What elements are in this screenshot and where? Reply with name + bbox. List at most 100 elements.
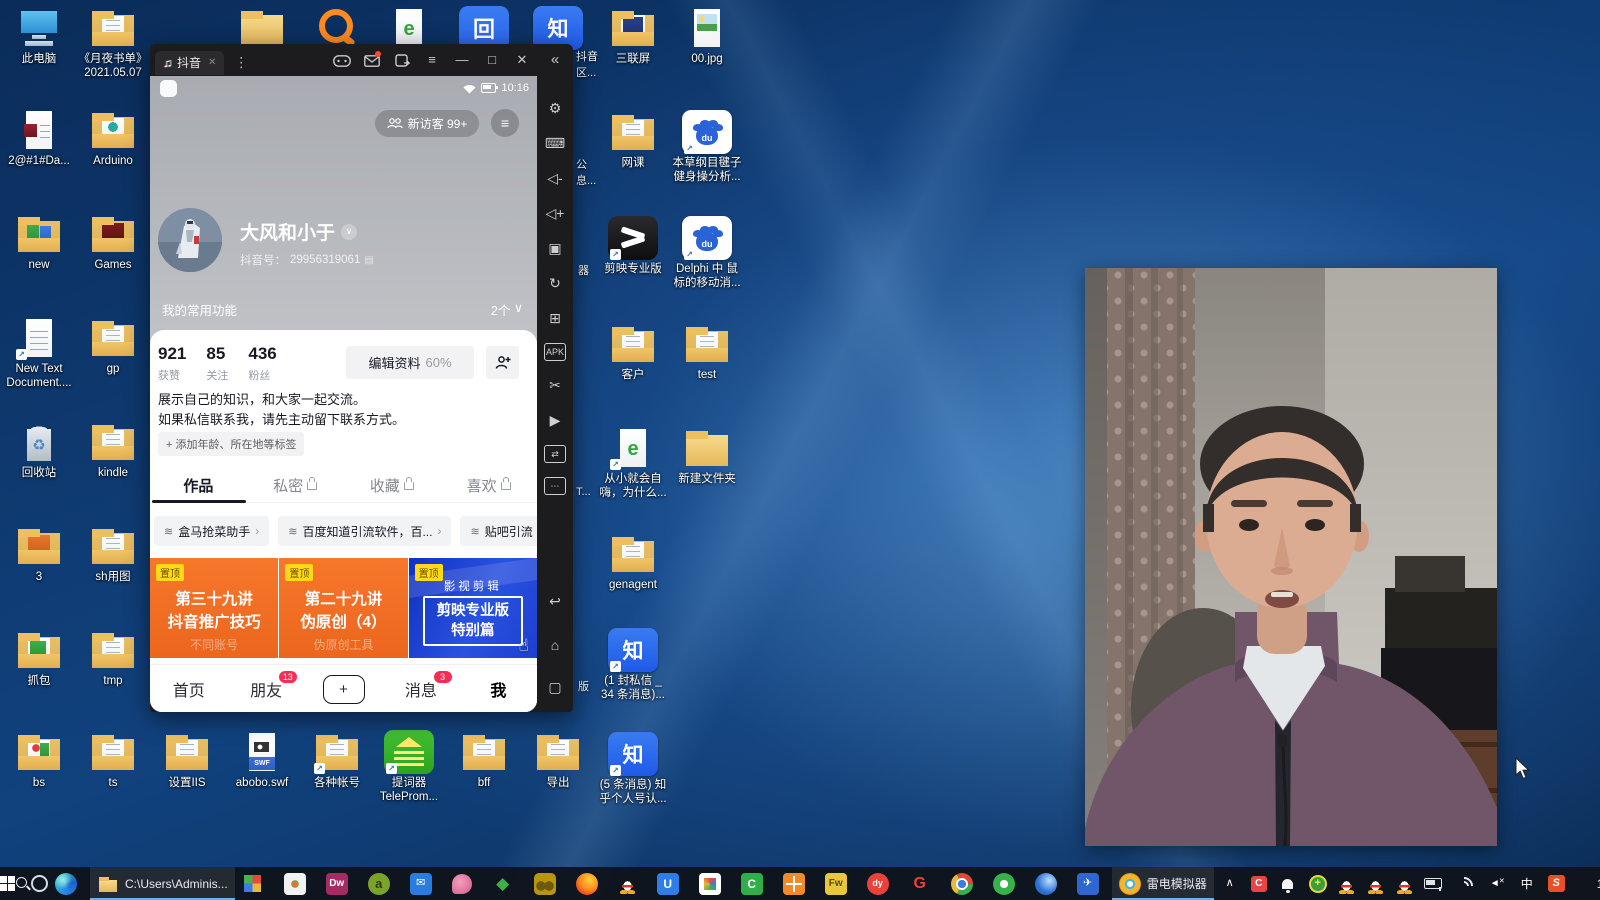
screen-rotate-icon[interactable] — [387, 44, 417, 76]
search-button[interactable] — [15, 867, 31, 900]
horn-app-icon[interactable] — [445, 867, 485, 900]
add-friend-button[interactable] — [486, 346, 519, 379]
diamond-app-icon[interactable]: ◆ — [485, 867, 527, 900]
more-icon[interactable]: ⋯ — [544, 477, 566, 495]
collection-label: 百度知道引流软件，百... — [302, 523, 432, 540]
volume-down-icon[interactable]: ◁- — [544, 168, 566, 189]
profile-tab[interactable]: 私密 — [247, 470, 344, 500]
firefox-icon[interactable] — [569, 867, 611, 900]
sogou-input-icon[interactable]: S — [1543, 867, 1570, 900]
maximize-button[interactable]: □ — [477, 44, 507, 76]
tray-qq-icon-1[interactable] — [1332, 867, 1361, 900]
c-app-icon[interactable]: C — [734, 867, 776, 900]
axure-icon[interactable]: a — [361, 867, 403, 900]
input-language-indicator[interactable]: 中 — [1511, 867, 1543, 900]
taskbar-app-icon — [242, 873, 264, 895]
close-button[interactable]: ✕ — [507, 44, 537, 76]
blue-circle-app-icon[interactable] — [1028, 867, 1070, 900]
tampermonkey-icon[interactable] — [527, 867, 569, 900]
volume-up-icon[interactable]: ◁+ — [544, 203, 566, 224]
qq-icon[interactable] — [611, 867, 650, 900]
stat-block[interactable]: 436 粉丝 — [248, 344, 276, 383]
tab-close-icon[interactable]: ✕ — [208, 57, 216, 68]
fireworks-icon[interactable]: Fw — [818, 867, 860, 900]
tab-more-icon[interactable]: ⋮ — [234, 54, 248, 71]
window-menu-icon[interactable]: ≡ — [417, 44, 447, 76]
profile-tab[interactable]: 作品 — [150, 470, 247, 500]
edit-profile-button[interactable]: 编辑资料 60% — [346, 346, 474, 379]
file-explorer-task[interactable]: C:\Users\Adminis... — [90, 867, 235, 900]
settings-icon[interactable]: ⚙ — [544, 98, 566, 119]
tray-expand-icon[interactable]: ∧ — [1214, 867, 1246, 900]
profile-sheet: 921 获赞 85 关注 436 粉丝 编辑资料 60% — [150, 330, 537, 712]
nav-messages[interactable]: 消息 3 — [382, 665, 459, 712]
orange-grid-app-icon[interactable] — [776, 867, 818, 900]
profile-tab[interactable]: 喜欢 — [440, 470, 537, 500]
red-g-app-icon[interactable]: G — [902, 867, 944, 900]
android-back-icon[interactable]: ↩ — [544, 591, 566, 612]
photos-app-icon[interactable] — [277, 867, 319, 900]
new-visitors-button[interactable]: 新访客 99+ — [375, 110, 479, 137]
nav-create[interactable]: + — [305, 665, 382, 712]
cortana-button[interactable] — [31, 867, 48, 900]
app-grid-icon[interactable] — [235, 867, 277, 900]
pinned-badge: 置顶 — [285, 564, 313, 581]
tray-bell-icon[interactable] — [1272, 867, 1304, 900]
nav-me[interactable]: 我 — [460, 665, 537, 712]
dreamweaver-icon[interactable]: Dw — [319, 867, 361, 900]
sidebar-collapse-icon[interactable]: « — [537, 44, 573, 76]
mail-app-icon[interactable]: ✉ — [403, 867, 445, 900]
video-card[interactable]: 置顶 第三十九讲 抖音推广技巧 不同账号 — [150, 558, 278, 658]
tray-coin-icon[interactable]: + — [1304, 867, 1332, 900]
edge-icon[interactable] — [48, 867, 90, 900]
collection-chip[interactable]: ≋ 百度知道引流软件，百... › — [278, 516, 451, 546]
sync-run-icon[interactable]: ↻ — [544, 273, 566, 294]
android-recents-icon[interactable]: ▢ — [544, 677, 566, 698]
start-button[interactable] — [0, 867, 15, 900]
gamepad-icon[interactable] — [327, 44, 357, 76]
avatar[interactable] — [158, 208, 222, 272]
ldplayer-task[interactable]: 雷电模拟器 — [1112, 867, 1214, 900]
minimize-button[interactable]: — — [447, 44, 477, 76]
tray-c-app-icon[interactable]: C — [1246, 867, 1272, 900]
floating-ball[interactable] — [160, 80, 177, 97]
douyin-app-icon[interactable]: dy — [860, 867, 902, 900]
profile-menu-button[interactable]: ≡ — [491, 109, 519, 137]
clock[interactable]: 10:16 — [1570, 867, 1600, 900]
emulator-tab-douyin[interactable]: ♫ 抖音 ✕ — [155, 51, 224, 75]
mix-app-icon[interactable] — [692, 867, 734, 900]
install-window-icon[interactable]: ⊞ — [544, 308, 566, 329]
stat-block[interactable]: 921 获赞 — [158, 344, 186, 383]
common-functions-row[interactable]: 我的常用功能 2个 ∨ — [162, 300, 523, 319]
douyin-note-icon: ♫ — [163, 56, 172, 70]
tray-qq-icon-2[interactable] — [1361, 867, 1390, 900]
stat-block[interactable]: 85 关注 — [206, 344, 228, 383]
nav-home[interactable]: 首页 — [150, 665, 227, 712]
nav-friends[interactable]: 朋友 13 — [227, 665, 304, 712]
taskbar-app-icon — [1035, 873, 1057, 895]
screen-record-icon[interactable]: ▶ — [544, 410, 566, 431]
add-tags-button[interactable]: + 添加年龄、所在地等标签 — [158, 432, 304, 456]
collection-chip[interactable]: ≋ 盒马抢菜助手 › — [154, 516, 269, 546]
tray-qq-icon-3[interactable] — [1390, 867, 1419, 900]
profile-tab[interactable]: 收藏 — [344, 470, 441, 500]
u-app-icon[interactable]: U — [650, 867, 692, 900]
collection-chip[interactable]: ≋ 贴吧引流 — [460, 516, 537, 546]
bird-app-icon[interactable]: ✈ — [1070, 867, 1112, 900]
green-circle-app-icon[interactable] — [986, 867, 1028, 900]
fullscreen-icon[interactable]: ▣ — [544, 238, 566, 259]
volume-muted-icon[interactable]: ◄ — [1479, 867, 1511, 900]
chrome-icon[interactable] — [944, 867, 986, 900]
screenshot-icon[interactable]: ✂ — [544, 375, 566, 396]
apk-install-icon[interactable]: APK — [544, 343, 566, 361]
video-card[interactable]: 置顶 影视剪辑 剪映专业版 特别篇 ☝ — [409, 558, 537, 658]
sync-icon[interactable]: ⇄ — [544, 445, 566, 463]
occluded-icon-label: 器 — [578, 262, 589, 278]
mail-feedback-icon[interactable] — [357, 44, 387, 76]
battery-icon[interactable] — [1419, 867, 1447, 900]
name-chevron-icon[interactable]: ∨ — [341, 224, 357, 240]
wifi-icon[interactable] — [1447, 867, 1479, 900]
android-home-icon[interactable]: ⌂ — [544, 634, 566, 655]
keyboard-icon[interactable]: ⌨ — [544, 133, 566, 154]
video-card[interactable]: 置顶 第二十九讲 伪原创（4） 伪原创工具 — [279, 558, 407, 658]
